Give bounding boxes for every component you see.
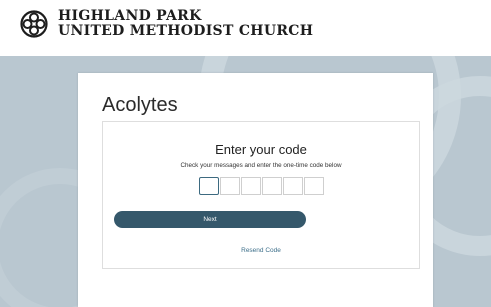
org-name-line1: HIGHLAND PARK: [58, 8, 202, 24]
code-digit-1[interactable]: [199, 177, 219, 195]
card-title: Enter your code: [215, 142, 307, 157]
code-input-group: [199, 177, 325, 195]
site-header: HIGHLAND PARK UNITED METHODIST CHURCH: [0, 0, 491, 56]
org-name-line2: UNITED METHODIST CHURCH: [58, 23, 314, 39]
code-digit-2[interactable]: [220, 177, 240, 195]
card-instructions: Check your messages and enter the one-ti…: [180, 162, 342, 169]
resend-code-link[interactable]: Resend Code: [102, 247, 420, 254]
code-digit-5[interactable]: [283, 177, 303, 195]
page-title: Acolytes: [102, 94, 178, 116]
code-digit-6[interactable]: [304, 177, 324, 195]
code-digit-3[interactable]: [241, 177, 261, 195]
next-button[interactable]: Next: [114, 211, 306, 228]
church-cross-icon: [20, 10, 48, 38]
code-digit-4[interactable]: [262, 177, 282, 195]
